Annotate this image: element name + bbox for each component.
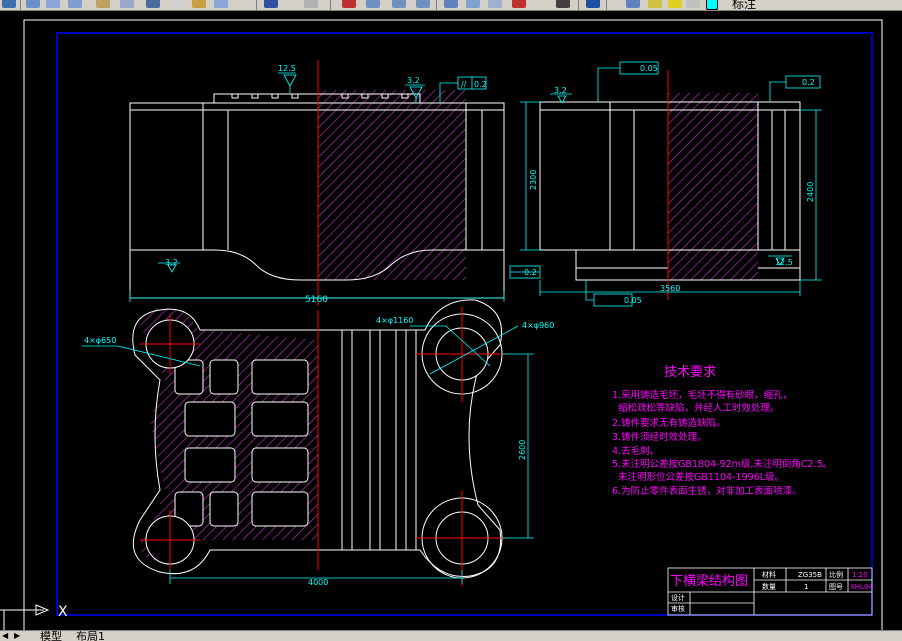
title-block-material-value: ZG35B	[798, 571, 822, 579]
requirement-line: 5.未注明公差按GB1804-92m级,未注明倒角C2.5。	[612, 458, 832, 470]
undo-icon[interactable]	[192, 0, 206, 8]
title-block-scale-value: 1:20	[852, 571, 868, 579]
zoom-previous-icon[interactable]	[366, 0, 380, 8]
side-height-right: 2400	[806, 182, 815, 202]
title-block-drawing-no-label: 图号	[829, 583, 843, 591]
side-view	[539, 93, 801, 281]
publish-icon[interactable]	[68, 0, 82, 8]
paste-icon[interactable]	[146, 0, 160, 8]
toolbar-separator	[606, 0, 607, 10]
side-flatness-bottom: 0.05	[624, 296, 642, 305]
requirement-line: 3.铸件须经时效处理。	[612, 431, 707, 443]
design-center-icon[interactable]	[416, 0, 430, 8]
requirement-line: 缩松疏松等缺陷，并经人工时效处理。	[612, 402, 780, 414]
requirement-line: 2.铸件要求无有铸造缺陷。	[612, 417, 726, 429]
title-block-scale-label: 比例	[829, 570, 843, 579]
grid-icon[interactable]	[556, 0, 570, 8]
title-block-title: 下横梁结构图	[670, 574, 748, 589]
front-view	[129, 90, 505, 299]
side-height-left: 2300	[529, 170, 538, 190]
markup-icon[interactable]	[488, 0, 502, 8]
front-width-dim: 5160	[305, 295, 328, 305]
side-roughness-bottom: 12.5	[775, 258, 793, 267]
drawing-canvas[interactable]: 5160 12.5 3.2 // 0.2 3.2 0.05 0.2 3.2 23…	[0, 10, 902, 630]
title-block-drawing-no-value: XHL04	[850, 583, 873, 591]
front-roughness-label: 3.2	[407, 76, 420, 85]
side-dimensions	[509, 61, 822, 307]
front-hatch	[318, 90, 466, 280]
side-parallel-bottom: 0.2	[524, 268, 537, 277]
toolbar-separator	[256, 0, 257, 10]
side-width-dim: 3560	[660, 284, 680, 293]
toolbar-separator	[20, 0, 21, 10]
properties-icon[interactable]	[392, 0, 406, 8]
layout-tabs-bar: ◀ ▶ 模型 布局1	[0, 630, 902, 641]
title-block-qty-label: 数量	[762, 582, 776, 591]
plan-center-bars	[341, 330, 417, 550]
side-hatch	[668, 93, 758, 280]
zoom-window-icon[interactable]	[342, 0, 356, 8]
title-block-material-label: 材料	[762, 570, 776, 579]
plan-width-dim: 4000	[308, 578, 328, 587]
sheet-set-icon[interactable]	[466, 0, 480, 8]
layer-sun-icon[interactable]	[668, 0, 682, 8]
requirement-line: 未注明形位公差按GB1104-1996L级。	[612, 471, 784, 483]
plan-hole-label-right: 4×φ960	[522, 321, 554, 330]
toolbar-separator	[330, 0, 331, 10]
layer-manager-icon[interactable]	[626, 0, 640, 8]
requirements-list: 1.采用铸造毛坯，毛坯不得有砂眼，缩孔， 缩松疏松等缺陷，并经人工时效处理。 2…	[612, 389, 832, 497]
match-icon[interactable]	[170, 0, 184, 8]
side-roughness-left: 3.2	[554, 86, 567, 95]
save-icon[interactable]	[2, 0, 16, 8]
plan-view	[132, 299, 503, 579]
front-parallel-symbol: //	[461, 80, 467, 89]
title-block-design-label: 设计	[671, 593, 685, 602]
zoom-realtime-icon[interactable]	[304, 0, 318, 8]
calc-icon[interactable]	[512, 0, 526, 8]
title-block-qty-value: 1	[804, 583, 808, 591]
ucs-x-label: X	[58, 604, 68, 620]
front-roughness-label: 3.2	[165, 258, 178, 267]
requirement-line: 4.去毛刺。	[612, 445, 659, 457]
preview-icon[interactable]	[46, 0, 60, 8]
plan-hole-label-left: 4×φ650	[84, 336, 116, 345]
toolbar-separator	[578, 0, 579, 10]
layer-state-icon[interactable]	[648, 0, 662, 8]
requirement-line: 1.采用铸造毛坯，毛坯不得有砂眼，缩孔，	[612, 389, 792, 401]
side-flatness-top: 0.05	[640, 64, 658, 73]
toolbar-separator	[436, 0, 437, 10]
layer-lock-icon[interactable]	[686, 0, 700, 8]
help-icon[interactable]	[586, 0, 600, 8]
cut-icon[interactable]	[96, 0, 110, 8]
requirements-title: 技术要求	[664, 365, 716, 380]
front-parallel-value: 0.2	[474, 80, 487, 89]
plan-hole-label-mid: 4×φ1160	[376, 316, 413, 325]
side-parallel-top: 0.2	[802, 78, 815, 87]
redo-icon[interactable]	[214, 0, 228, 8]
tool-palette-icon[interactable]	[444, 0, 458, 8]
print-icon[interactable]	[26, 0, 40, 8]
pan-icon[interactable]	[264, 0, 278, 8]
copy-icon[interactable]	[120, 0, 134, 8]
title-block-review-label: 审核	[671, 604, 685, 613]
plan-height-dim: 2600	[518, 440, 527, 460]
requirement-line: 6.为防止零件表面生锈，对非加工表面喷漆。	[612, 485, 802, 497]
layer-color-swatch[interactable]	[706, 0, 718, 10]
front-roughness-label: 12.5	[278, 64, 296, 73]
